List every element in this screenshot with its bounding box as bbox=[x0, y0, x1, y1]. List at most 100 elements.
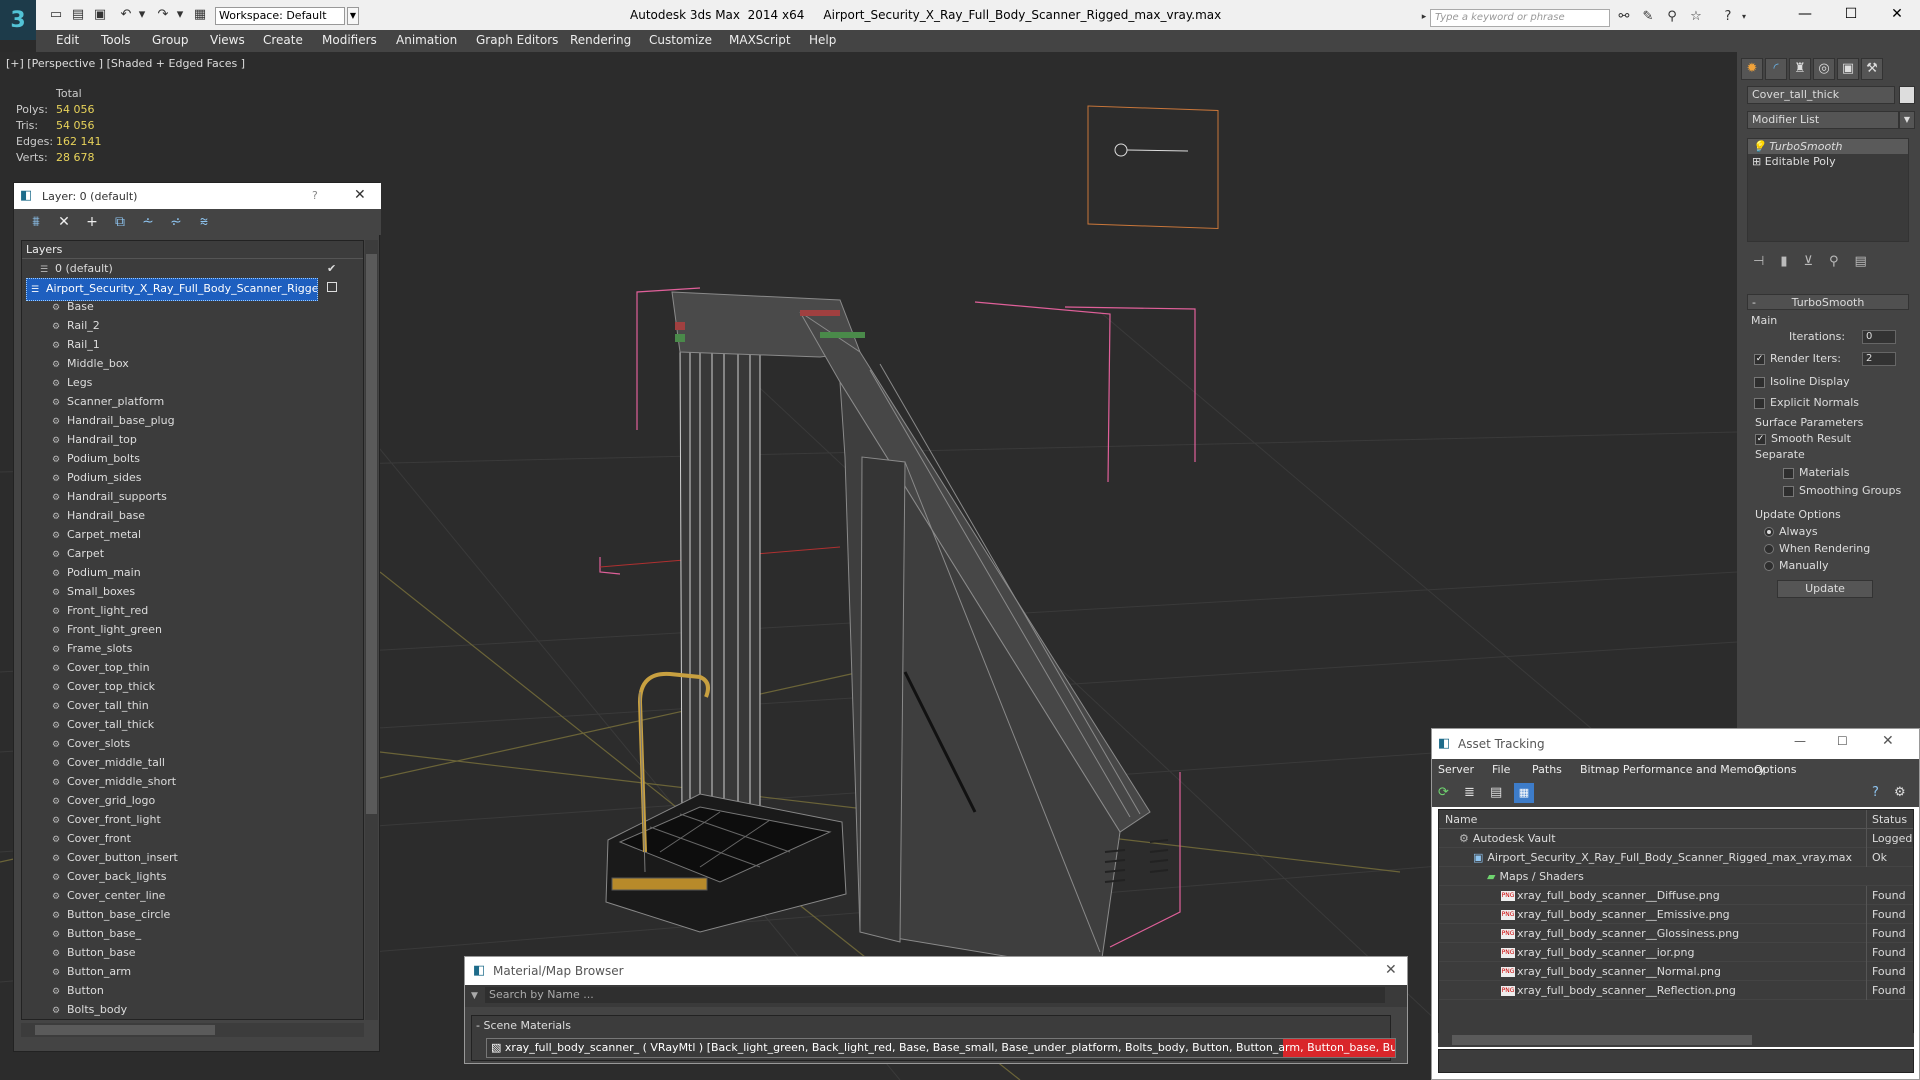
search-options-icon[interactable]: ▼ bbox=[471, 985, 478, 1007]
motion-tab-icon[interactable]: ◎ bbox=[1813, 58, 1835, 80]
asset-row[interactable]: PNG xray_full_body_scanner__Normal.png Fou… bbox=[1439, 962, 1913, 981]
table-view-icon[interactable]: ▦ bbox=[1514, 783, 1534, 803]
asset-maximize-button[interactable]: ☐ bbox=[1837, 734, 1848, 748]
asset-row[interactable]: ⚙ Autodesk Vault Logged bbox=[1439, 829, 1913, 848]
smoothing-groups-checkbox[interactable] bbox=[1783, 485, 1794, 497]
menu-views[interactable]: Views bbox=[210, 33, 245, 47]
layer-object-row[interactable]: ⚙ Frame_slots bbox=[22, 639, 363, 658]
layer-object-row[interactable]: ⚙ Podium_main bbox=[22, 563, 363, 582]
layer-object-row[interactable]: ⚙ Bolts_body bbox=[22, 1000, 363, 1019]
modifier-stack[interactable]: 💡 TurboSmooth ⊞ Editable Poly bbox=[1747, 138, 1909, 242]
delete-layer-icon[interactable]: ✕ bbox=[54, 213, 74, 231]
layer-object-row[interactable]: ⚙ Button_base_circle bbox=[22, 905, 363, 924]
asset-settings-icon[interactable]: ⚙ bbox=[1894, 785, 1906, 800]
hide-all-layers-icon[interactable]: ⩫ bbox=[166, 213, 186, 231]
app-logo[interactable]: 3 bbox=[0, 0, 36, 40]
object-name-field[interactable]: Cover_tall_thick bbox=[1747, 86, 1895, 104]
menu-customize[interactable]: Customize bbox=[649, 33, 712, 47]
layer-object-row[interactable]: ⚙ Carpet_metal bbox=[22, 525, 363, 544]
utilities-tab-icon[interactable]: ⚒ bbox=[1861, 58, 1883, 80]
layer-object-row[interactable]: ⚙ Cover_slots bbox=[22, 734, 363, 753]
layer-object-row[interactable]: ⚙ Button_arm bbox=[22, 962, 363, 981]
column-status-header[interactable]: Status bbox=[1866, 810, 1913, 829]
layer-close-button[interactable]: ✕ bbox=[354, 187, 366, 203]
redo-icon[interactable]: ↷ bbox=[155, 8, 171, 22]
communication-center-icon[interactable]: ⚲ bbox=[1664, 9, 1680, 25]
minimize-button[interactable]: — bbox=[1782, 0, 1828, 30]
maximize-button[interactable]: ☐ bbox=[1828, 0, 1874, 30]
modifier-list-select[interactable]: Modifier List bbox=[1747, 111, 1899, 129]
material-search-input[interactable]: Search by Name ... bbox=[485, 987, 1385, 1003]
modifier-list-dropdown-icon[interactable]: ▼ bbox=[1899, 111, 1915, 129]
layer-object-row[interactable]: ⚙ Cover_grid_logo bbox=[22, 791, 363, 810]
layer-object-row[interactable]: ⚙ Base bbox=[22, 297, 363, 316]
when-rendering-radio[interactable] bbox=[1764, 544, 1774, 554]
material-browser-close-button[interactable]: ✕ bbox=[1385, 962, 1397, 978]
hierarchy-tab-icon[interactable]: ♜ bbox=[1789, 58, 1811, 80]
stack-item-turbosmooth[interactable]: 💡 TurboSmooth bbox=[1748, 139, 1908, 154]
layer-object-row[interactable]: ⚙ Cover_button_insert bbox=[22, 848, 363, 867]
layer-object-row[interactable]: ⚙ Small_boxes bbox=[22, 582, 363, 601]
binoculars-icon[interactable]: ⚯ bbox=[1616, 9, 1632, 25]
layer-object-row[interactable]: ⚙ Front_light_green bbox=[22, 620, 363, 639]
asset-menu-server[interactable]: Server bbox=[1438, 763, 1474, 776]
menu-graph-editors[interactable]: Graph Editors bbox=[476, 33, 558, 47]
material-entry[interactable]: ▧ xray_full_body_scanner_ ( VRayMtl ) [B… bbox=[486, 1038, 1396, 1058]
when-rendering-row[interactable]: When Rendering bbox=[1764, 542, 1870, 555]
layer-object-row[interactable]: ⚙ Cover_tall_thick bbox=[22, 715, 363, 734]
explicit-normals-row[interactable]: Explicit Normals bbox=[1754, 396, 1859, 409]
layer-object-row[interactable]: ⚙ Legs bbox=[22, 373, 363, 392]
always-row[interactable]: Always bbox=[1764, 525, 1818, 538]
menu-rendering[interactable]: Rendering bbox=[570, 33, 631, 47]
layer-object-row[interactable]: ⚙ Cover_front bbox=[22, 829, 363, 848]
create-layer-icon[interactable]: ⩩ bbox=[26, 213, 46, 231]
asset-row[interactable]: ▰ Maps / Shaders bbox=[1439, 867, 1913, 886]
object-color-swatch[interactable] bbox=[1899, 86, 1915, 104]
help-icon[interactable]: ? bbox=[1720, 9, 1736, 25]
redo-dropdown-icon[interactable]: ▾ bbox=[172, 8, 188, 22]
asset-row[interactable]: PNG xray_full_body_scanner__Emissive.png F… bbox=[1439, 905, 1913, 924]
menu-edit[interactable]: Edit bbox=[56, 33, 79, 47]
asset-tracking-header[interactable]: ◧ Asset Tracking — ☐ ✕ bbox=[1432, 729, 1919, 759]
render-iters-checkbox[interactable]: ✓ bbox=[1754, 353, 1765, 365]
layer-row-selected[interactable]: ☰ Airport_Security_X_Ray_Full_Body_Scanne… bbox=[22, 278, 363, 301]
save-file-icon[interactable]: ▣ bbox=[92, 8, 108, 22]
smoothing-groups-row[interactable]: Smoothing Groups bbox=[1783, 484, 1901, 497]
smooth-result-checkbox[interactable]: ✓ bbox=[1755, 433, 1766, 445]
material-browser-header[interactable]: ◧ Material/Map Browser ✕ bbox=[465, 957, 1407, 985]
select-in-layer-icon[interactable]: ⧉ bbox=[110, 213, 130, 231]
expand-plus-icon[interactable]: ⊞ bbox=[1752, 155, 1761, 168]
subscription-icon[interactable]: ✎ bbox=[1640, 9, 1656, 25]
stack-item-editable-poly[interactable]: ⊞ Editable Poly bbox=[1748, 154, 1908, 169]
asset-hscrollbar[interactable] bbox=[1438, 1033, 1914, 1047]
refresh-icon[interactable]: ⟳ bbox=[1438, 785, 1449, 800]
isoline-display-row[interactable]: Isoline Display bbox=[1754, 375, 1850, 388]
layer-object-row[interactable]: ⚙ Button_base_ bbox=[22, 924, 363, 943]
layer-object-row[interactable]: ⚙ Front_light_red bbox=[22, 601, 363, 620]
lightbulb-icon[interactable]: 💡 bbox=[1752, 140, 1766, 153]
display-tab-icon[interactable]: ▣ bbox=[1837, 58, 1859, 80]
layer-object-row[interactable]: ⚙ Rail_1 bbox=[22, 335, 363, 354]
asset-row[interactable]: PNG xray_full_body_scanner__Diffuse.png Fo… bbox=[1439, 886, 1913, 905]
render-iters-row[interactable]: ✓ Render Iters: bbox=[1754, 352, 1841, 365]
add-to-layer-icon[interactable]: + bbox=[82, 213, 102, 231]
menu-help[interactable]: Help bbox=[809, 33, 836, 47]
layer-object-row[interactable]: ⚙ Handrail_top bbox=[22, 430, 363, 449]
close-window-button[interactable]: ✕ bbox=[1874, 0, 1920, 30]
layer-object-row[interactable]: ⚙ Cover_middle_short bbox=[22, 772, 363, 791]
menu-create[interactable]: Create bbox=[263, 33, 303, 47]
layer-object-row[interactable]: ⚙ Rail_2 bbox=[22, 316, 363, 335]
freeze-all-layers-icon[interactable]: ⩬ bbox=[194, 213, 214, 231]
asset-row[interactable]: PNG xray_full_body_scanner__Glossiness.pn… bbox=[1439, 924, 1913, 943]
materials-row[interactable]: Materials bbox=[1783, 466, 1849, 479]
layer-object-row[interactable]: ⚙ Cover_front_light bbox=[22, 810, 363, 829]
layer-object-row[interactable]: ⚙ Podium_sides bbox=[22, 468, 363, 487]
highlight-layer-icon[interactable]: ⩪ bbox=[138, 213, 158, 231]
layer-object-row[interactable]: ⚙ Button_base bbox=[22, 943, 363, 962]
layer-list-vscrollbar[interactable] bbox=[365, 240, 378, 1020]
layer-object-row[interactable]: ⚙ Handrail_base bbox=[22, 506, 363, 525]
asset-menu-bitmap-performance[interactable]: Bitmap Performance and Memory bbox=[1580, 763, 1765, 776]
render-iters-spinner[interactable]: 2 bbox=[1862, 352, 1896, 366]
layer-object-row[interactable]: ⚙ Cover_top_thin bbox=[22, 658, 363, 677]
layer-object-row[interactable]: ⚙ Middle_box bbox=[22, 354, 363, 373]
